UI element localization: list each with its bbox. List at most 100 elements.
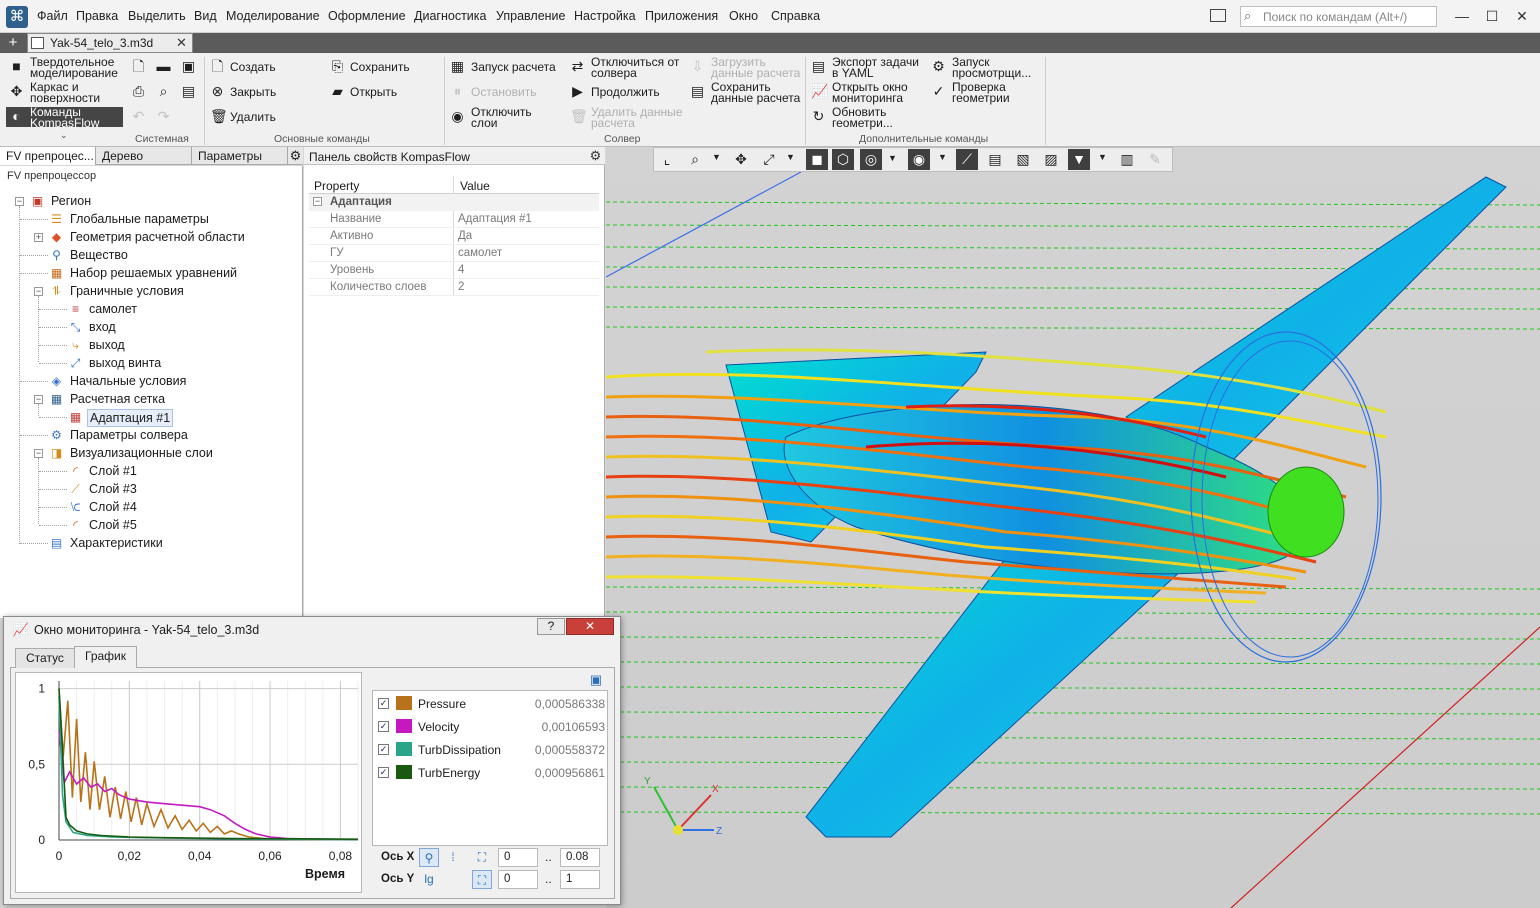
pan-icon[interactable]: ✥ xyxy=(730,149,752,170)
tree-item-region[interactable]: Регион xyxy=(51,194,91,208)
tree-item-geometry[interactable]: Геометрия расчетной области xyxy=(70,230,245,244)
minimize-button[interactable]: — xyxy=(1447,6,1477,26)
section-expander[interactable]: − xyxy=(313,197,322,206)
add-tab-button[interactable]: + xyxy=(4,33,22,53)
series-checkbox[interactable]: ✓ xyxy=(378,767,389,778)
clipboard-icon[interactable]: ▥ xyxy=(1116,149,1138,170)
tree-item-initial-conditions[interactable]: Начальные условия xyxy=(70,374,186,388)
property-value[interactable]: самолет xyxy=(458,247,502,259)
document-tab[interactable]: Yak-54_telo_3.m3d xyxy=(27,33,193,53)
axis-y-max-field[interactable]: 1 xyxy=(560,870,600,889)
help-button[interactable]: ? xyxy=(537,618,565,635)
app-logo-icon[interactable]: ⌘ xyxy=(6,6,28,28)
tree-item-global-params[interactable]: Глобальные параметры xyxy=(70,212,209,226)
tree-item-layer-4[interactable]: Слой #4 xyxy=(89,500,137,514)
tree-item-boundary-conditions[interactable]: Граничные условия xyxy=(70,284,184,298)
menu-settings[interactable]: Настройка xyxy=(574,9,636,23)
mode-wireframe-line2[interactable]: поверхности xyxy=(30,92,100,104)
tree-item-bc-airplane[interactable]: самолет xyxy=(89,302,137,316)
mode-kompasflow-line2[interactable]: KompasFlow xyxy=(30,117,99,129)
axis-y-fit-icon[interactable]: ⛶ xyxy=(472,870,492,889)
series-checkbox[interactable]: ✓ xyxy=(378,744,389,755)
tree-item-equations[interactable]: Набор решаемых уравнений xyxy=(70,266,237,280)
tree-expander[interactable]: − xyxy=(34,395,43,404)
tree-item-layer-5[interactable]: Слой #5 xyxy=(89,518,137,532)
menu-view[interactable]: Вид xyxy=(194,9,217,23)
pipette-icon[interactable]: ✎ xyxy=(1144,149,1166,170)
rotate-icon[interactable]: ⤢ xyxy=(758,149,780,170)
series-checkbox[interactable]: ✓ xyxy=(378,698,389,709)
close-window-button[interactable]: ✕ xyxy=(1507,6,1537,26)
show-icon[interactable]: ◉ xyxy=(908,149,930,170)
maximize-button[interactable]: ☐ xyxy=(1477,6,1507,26)
layers-icon[interactable]: ▤ xyxy=(984,149,1006,170)
axis-x-mode-icon[interactable]: ⚲ xyxy=(419,848,439,867)
axis-x-fit-icon[interactable]: ⛶ xyxy=(472,848,492,867)
menu-help[interactable]: Справка xyxy=(771,9,820,23)
tree-expander[interactable]: − xyxy=(34,449,43,458)
gear-icon[interactable]: ⚙ xyxy=(288,148,303,163)
filter-icon[interactable]: ▼ xyxy=(1068,149,1090,170)
tree-expander[interactable]: − xyxy=(34,287,43,296)
disconnect-line2[interactable]: солвера xyxy=(591,67,637,79)
tree-item-substance[interactable]: Вещество xyxy=(70,248,128,262)
axis-x-min-field[interactable]: 0 xyxy=(498,848,538,867)
properties-icon[interactable]: ▤ xyxy=(181,84,196,99)
export-yaml-line2[interactable]: в YAML xyxy=(832,67,874,79)
menu-modeling[interactable]: Моделирование xyxy=(226,9,320,23)
axis-y-log-icon[interactable]: lg xyxy=(419,870,439,889)
check-geometry-line2[interactable]: геометрии xyxy=(952,92,1010,104)
save-chart-icon[interactable]: ▣ xyxy=(588,672,604,687)
tree-item-layer-1[interactable]: Слой #1 xyxy=(89,464,137,478)
save-data-line2[interactable]: данные расчета xyxy=(711,92,800,104)
axis-y-min-field[interactable]: 0 xyxy=(498,870,538,889)
property-value[interactable]: 2 xyxy=(458,281,464,293)
run-calc-button[interactable]: Запуск расчета xyxy=(471,61,556,73)
tree-item-layer-3[interactable]: Слой #3 xyxy=(89,482,137,496)
tree-item-mesh[interactable]: Расчетная сетка xyxy=(70,392,165,406)
delete-button[interactable]: Удалить xyxy=(230,111,276,123)
update-geometry-line2[interactable]: геометри... xyxy=(832,117,893,129)
command-search-input[interactable]: Поиск по командам (Alt+/) xyxy=(1240,6,1437,27)
expand-modes-icon[interactable]: ⌄ xyxy=(60,130,68,141)
menu-window[interactable]: Окно xyxy=(729,9,758,23)
disable-layers-line2[interactable]: слои xyxy=(471,117,498,129)
section-icon[interactable]: ⟋ xyxy=(956,149,978,170)
redo-icon[interactable]: ↷ xyxy=(156,109,171,124)
axis-x-steps-icon[interactable]: ⁞ xyxy=(443,848,463,867)
shaded-cube-icon[interactable]: ◼ xyxy=(806,149,828,170)
tree-item-vis-layers[interactable]: Визуализационные слои xyxy=(70,446,213,460)
layers-export-icon[interactable]: ▨ xyxy=(1040,149,1062,170)
axis-x-max-field[interactable]: 0.08 xyxy=(560,848,600,867)
property-value[interactable]: Да xyxy=(458,230,472,242)
menu-design[interactable]: Оформление xyxy=(328,9,406,23)
menu-file[interactable]: Файл xyxy=(37,9,68,23)
menu-diagnostics[interactable]: Диагностика xyxy=(414,9,486,23)
tree-item-bc-outlet[interactable]: выход xyxy=(89,338,125,352)
save-disk-icon[interactable]: ▣ xyxy=(181,59,196,74)
tree-item-bc-inlet[interactable]: вход xyxy=(89,320,116,334)
gear-icon[interactable]: ⚙ xyxy=(588,148,603,163)
tree-item-bc-propeller[interactable]: выход винта xyxy=(89,356,161,370)
menu-control[interactable]: Управление xyxy=(496,9,566,23)
tree-item-solver-params[interactable]: Параметры солвера xyxy=(70,428,188,442)
tree-expander[interactable]: − xyxy=(15,197,24,206)
close-button[interactable]: Закрыть xyxy=(230,86,276,98)
menu-edit[interactable]: Правка xyxy=(76,9,118,23)
dropdown-arrow-icon[interactable]: ▼ xyxy=(712,152,721,162)
load-data-line2[interactable]: данные расчета xyxy=(711,67,800,79)
tree-item-adaptation[interactable]: Адаптация #1 xyxy=(87,409,174,427)
menu-apps[interactable]: Приложения xyxy=(645,9,718,23)
mode-solid-line2[interactable]: моделирование xyxy=(30,67,118,79)
launch-viewer-line2[interactable]: просмотрщи... xyxy=(952,67,1031,79)
open-folder-icon[interactable]: ▬ xyxy=(156,59,171,74)
hide-icon[interactable]: ◎ xyxy=(860,149,882,170)
undo-icon[interactable]: ↶ xyxy=(131,109,146,124)
panel-toggle-icon[interactable] xyxy=(1210,9,1226,22)
new-file-icon[interactable]: 🗋 xyxy=(131,59,146,74)
3d-viewport[interactable] xyxy=(606,147,1540,908)
preview-icon[interactable]: ⌕ xyxy=(156,84,171,99)
open-button[interactable]: Открыть xyxy=(350,86,397,98)
wireframe-cube-icon[interactable]: ⬡ xyxy=(832,149,854,170)
zoom-icon[interactable]: ⌕ xyxy=(684,149,706,170)
